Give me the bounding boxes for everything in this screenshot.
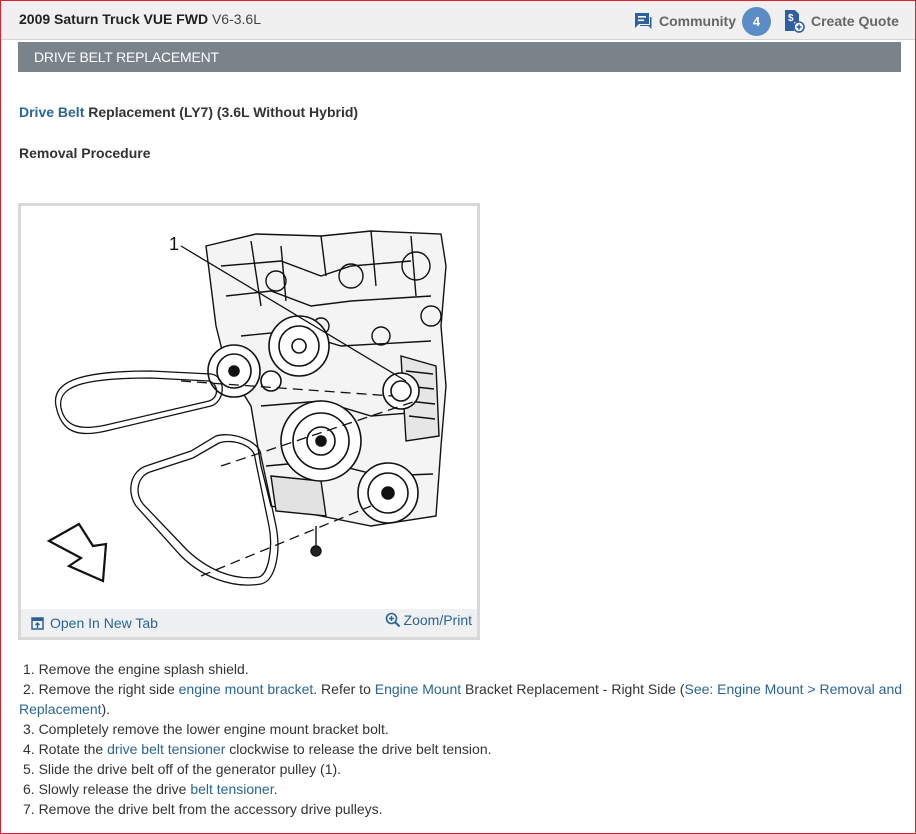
step-6-text: 6. Slowly release the drive (23, 781, 191, 797)
svg-text:$: $ (788, 13, 794, 24)
step-1-text: 1. Remove the engine splash shield. (23, 661, 249, 677)
drive-belt-tensioner-link[interactable]: drive belt tensioner (107, 741, 225, 757)
community-button[interactable]: Community 4 (634, 6, 771, 36)
step-6-text-b: . (273, 781, 278, 797)
community-count-badge: 4 (742, 6, 771, 36)
open-tab-icon (31, 616, 44, 630)
section-header: DRIVE BELT REPLACEMENT (18, 42, 901, 72)
step-4-text-b: clockwise to release the drive belt tens… (225, 741, 492, 757)
step-3-text: 3. Completely remove the lower engine mo… (23, 721, 389, 737)
figure-toolbar: Open In New Tab Zoom/Print (21, 609, 477, 637)
engine-belt-diagram[interactable]: 1 (21, 206, 477, 611)
step-4-text: 4. Rotate the (23, 741, 108, 757)
step-3: 3. Completely remove the lower engine mo… (19, 719, 904, 739)
diagram-figure: 1 Open In New Tab Zoom/Print (18, 203, 480, 640)
open-in-new-tab-label: Open In New Tab (50, 615, 158, 631)
vehicle-name: 2009 Saturn Truck VUE FWD (19, 11, 209, 27)
top-bar: 2009 Saturn Truck VUE FWD V6-3.6L Commun… (1, 1, 915, 40)
step-7: 7. Remove the drive belt from the access… (19, 799, 904, 819)
zoom-print-link[interactable]: Zoom/Print (385, 612, 472, 628)
open-in-new-tab-link[interactable]: Open In New Tab (31, 615, 158, 631)
create-quote-button[interactable]: $ Create Quote (783, 8, 899, 34)
subtitle-text: Replacement (LY7) (3.6L Without Hybrid) (84, 104, 359, 120)
procedure-steps: 1. Remove the engine splash shield. 2. R… (19, 659, 904, 819)
engine-label: V6-3.6L (211, 11, 261, 27)
community-label: Community (659, 13, 736, 29)
drive-belt-link[interactable]: Drive Belt (19, 104, 84, 120)
engine-mount-link[interactable]: Engine Mount (375, 681, 461, 697)
article-subtitle: Drive Belt Replacement (LY7) (3.6L Witho… (19, 104, 358, 120)
step-7-text: 7. Remove the drive belt from the access… (23, 801, 383, 817)
procedure-heading: Removal Procedure (19, 145, 151, 161)
create-quote-label: Create Quote (811, 13, 899, 29)
callout-number: 1 (169, 234, 179, 254)
step-2: 2. Remove the right side engine mount br… (19, 679, 904, 719)
zoom-in-icon (385, 612, 400, 628)
step-2-text-d: ). (101, 701, 111, 717)
section-title: DRIVE BELT REPLACEMENT (34, 49, 219, 65)
step-2-text-b: . Refer to (313, 681, 375, 697)
step-2-text-c: Bracket Replacement - Right Side ( (461, 681, 685, 697)
step-4: 4. Rotate the drive belt tensioner clock… (19, 739, 904, 759)
chat-icon (635, 13, 652, 29)
step-5: 5. Slide the drive belt off of the gener… (19, 759, 904, 779)
direction-arrow-icon (46, 522, 108, 583)
step-2-text: 2. Remove the right side (23, 681, 179, 697)
zoom-print-label: Zoom/Print (403, 612, 472, 628)
quote-document-icon: $ (785, 10, 805, 33)
step-6: 6. Slowly release the drive belt tension… (19, 779, 904, 799)
step-5-text: 5. Slide the drive belt off of the gener… (23, 761, 342, 777)
vehicle-title: 2009 Saturn Truck VUE FWD V6-3.6L (19, 11, 261, 27)
belt-tensioner-link[interactable]: belt tensioner (190, 781, 273, 797)
engine-mount-bracket-link[interactable]: engine mount bracket (179, 681, 314, 697)
step-1: 1. Remove the engine splash shield. (19, 659, 904, 679)
